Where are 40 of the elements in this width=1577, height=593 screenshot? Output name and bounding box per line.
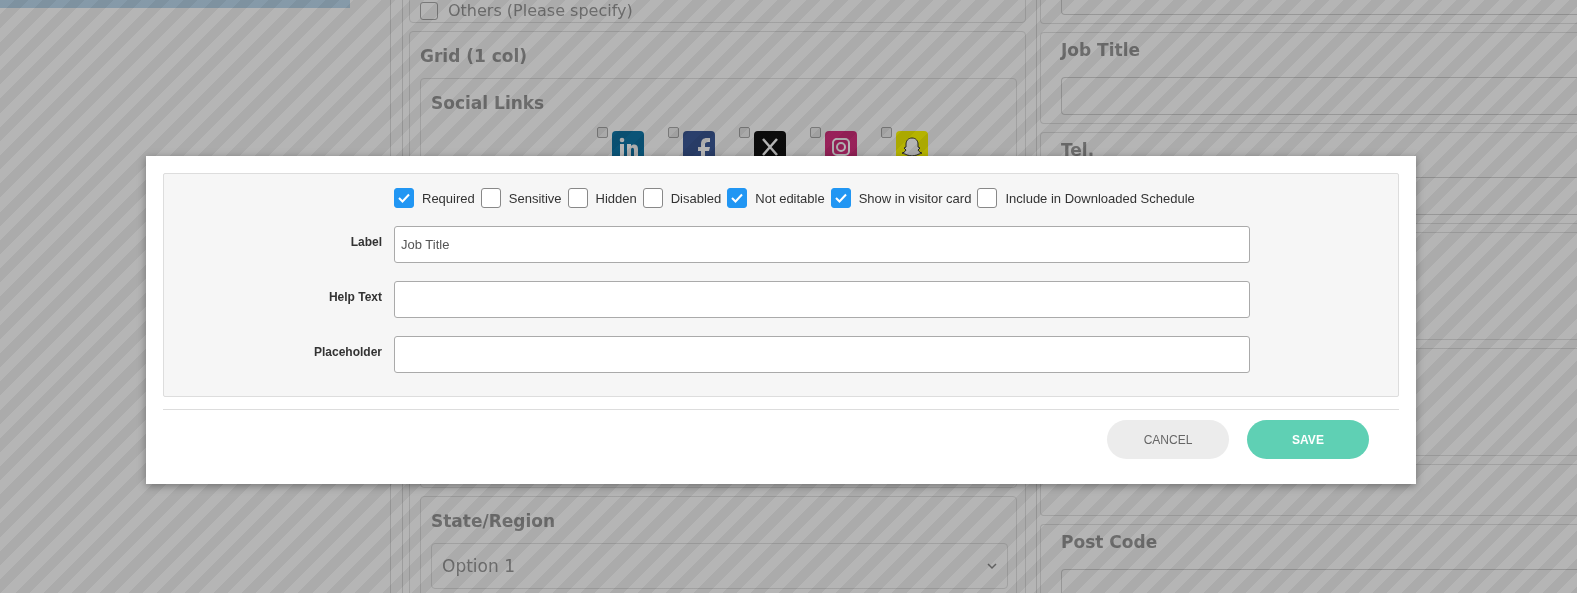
field-label: Label [349, 234, 383, 249]
text-field[interactable] [394, 336, 1250, 373]
field-label: Tel. [1061, 142, 1096, 159]
checkbox[interactable] [668, 127, 679, 138]
social-links-title: Social Links [431, 93, 546, 113]
checkbox[interactable] [394, 188, 414, 208]
cancel-button[interactable]: CANCEL [1107, 420, 1229, 459]
field-label: State/Region [431, 511, 557, 531]
checkbox-label: Required [422, 190, 475, 206]
checkbox[interactable] [597, 127, 608, 138]
field-label: Placeholder [312, 344, 383, 359]
field-label: Help Text [327, 289, 383, 304]
chevron-icon [987, 562, 997, 570]
checkbox[interactable] [977, 188, 998, 208]
check-icon [730, 191, 745, 205]
checkbox[interactable] [480, 188, 501, 208]
checkbox[interactable] [642, 188, 663, 208]
state-region-select[interactable]: Option 1 [431, 543, 1008, 589]
checkbox[interactable] [567, 188, 588, 208]
checkbox-label: Show in visitor card [858, 190, 972, 206]
checkbox-label: Hidden [595, 190, 637, 206]
checkbox[interactable] [881, 127, 892, 138]
option-label: Others (Please specify) [448, 1, 633, 20]
checkbox-label: Not editable [755, 190, 825, 206]
text-field[interactable] [394, 281, 1250, 318]
checkbox[interactable] [810, 127, 821, 138]
checkbox-label: Disabled [670, 190, 722, 206]
check-icon [397, 191, 411, 205]
checkbox-label: Sensitive [508, 190, 562, 206]
checkbox[interactable] [420, 1, 438, 20]
grid-title: Grid (1 col) [420, 46, 529, 66]
checkbox-label: Include in Downloaded Schedule [1005, 190, 1195, 206]
checkbox[interactable] [739, 127, 750, 138]
text-field[interactable] [1061, 77, 1577, 115]
checkbox[interactable] [830, 188, 851, 208]
field-label: Post Code [1061, 534, 1159, 551]
checkbox[interactable] [727, 188, 748, 208]
field-label: Job Title [1061, 42, 1141, 59]
text-field[interactable]: Job Title [394, 226, 1250, 263]
check-icon [833, 191, 848, 205]
